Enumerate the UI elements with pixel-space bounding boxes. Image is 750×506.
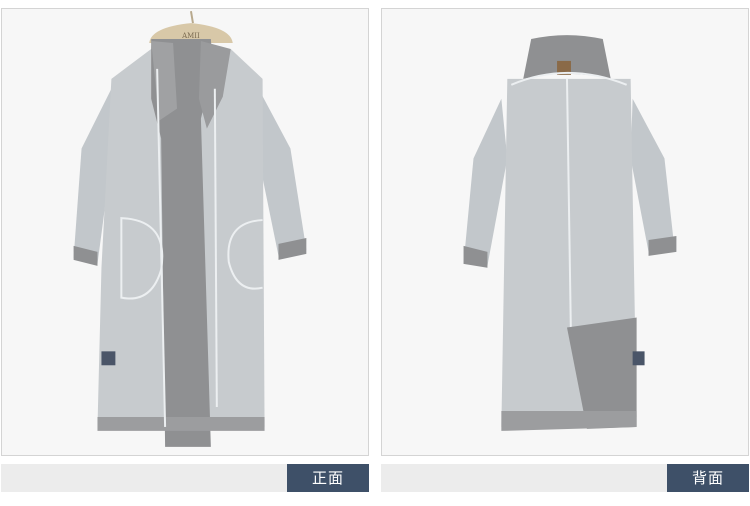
back-view-panel	[381, 8, 749, 456]
right-sleeve	[258, 88, 307, 256]
back-hem	[501, 411, 637, 431]
front-hem	[97, 416, 265, 431]
back-caption-label: 背面	[667, 464, 749, 492]
back-belt-strap	[632, 351, 645, 366]
coat-back-image	[463, 35, 677, 431]
front-view-panel: AMII	[1, 8, 369, 456]
front-caption-label: 正面	[287, 464, 369, 492]
hanger-brand: AMII	[181, 32, 200, 40]
back-caption-bar: 背面	[381, 464, 749, 492]
back-left-sleeve	[463, 98, 508, 266]
hanger-icon: AMII	[149, 11, 233, 44]
coat-front-image: AMII	[73, 11, 307, 447]
front-caption-bar: 正面	[1, 464, 369, 492]
belt-strap	[101, 351, 116, 366]
back-right-sleeve	[630, 98, 675, 252]
